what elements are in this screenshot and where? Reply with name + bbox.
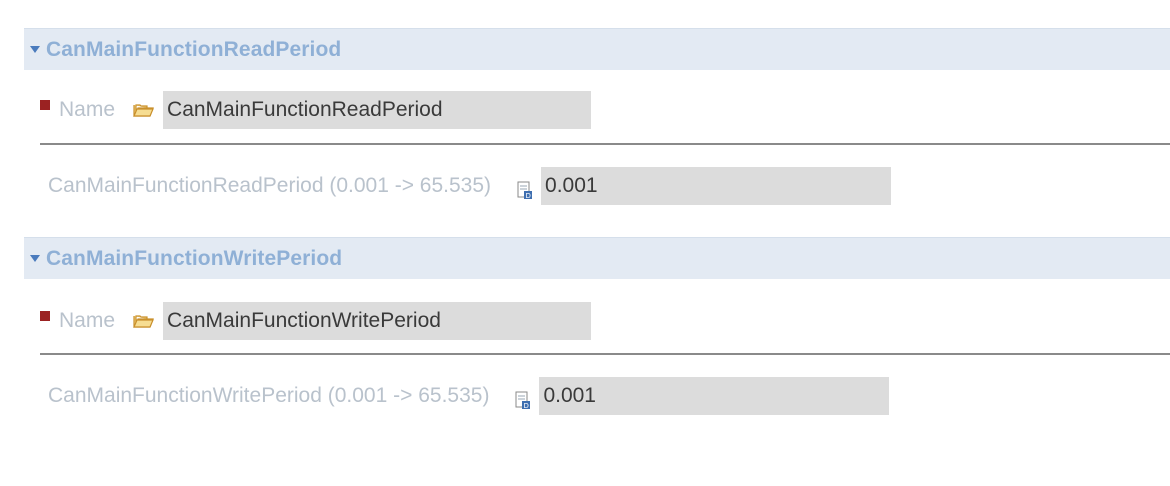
separator <box>40 143 1170 145</box>
svg-text:D: D <box>524 402 529 410</box>
param-row-read-period: CanMainFunctionReadPeriod (0.001 -> 65.5… <box>48 165 892 207</box>
separator <box>40 353 1170 355</box>
editor-page: CanMainFunctionReadPeriod Name CanMainFu… <box>0 0 1170 486</box>
section-title: CanMainFunctionWritePeriod <box>46 246 343 270</box>
section-header-write-period[interactable]: CanMainFunctionWritePeriod <box>24 237 1170 279</box>
name-field[interactable]: CanMainFunctionWritePeriod <box>163 302 592 340</box>
folder-open-icon <box>133 311 157 331</box>
param-value-field[interactable]: 0.001 <box>539 377 890 415</box>
svg-text:D: D <box>526 192 531 200</box>
name-row: Name CanMainFunctionReadPeriod <box>40 89 592 131</box>
name-field[interactable]: CanMainFunctionReadPeriod <box>163 91 592 129</box>
name-label: Name <box>59 309 116 332</box>
chevron-down-icon[interactable] <box>30 255 40 262</box>
param-row-write-period: CanMainFunctionWritePeriod (0.001 -> 65.… <box>48 375 890 417</box>
chevron-down-icon[interactable] <box>30 46 40 53</box>
required-marker-icon <box>40 311 50 321</box>
required-marker-icon <box>40 100 50 110</box>
name-label: Name <box>59 98 116 121</box>
param-label: CanMainFunctionWritePeriod (0.001 -> 65.… <box>48 384 490 407</box>
name-row: Name CanMainFunctionWritePeriod <box>40 300 592 342</box>
parameter-value-icon: D <box>515 180 535 202</box>
section-header-read-period[interactable]: CanMainFunctionReadPeriod <box>24 28 1170 70</box>
section-title: CanMainFunctionReadPeriod <box>46 37 342 61</box>
parameter-value-icon: D <box>513 390 533 412</box>
param-label: CanMainFunctionReadPeriod (0.001 -> 65.5… <box>48 174 492 197</box>
folder-open-icon <box>133 100 157 120</box>
param-value-field[interactable]: 0.001 <box>541 167 892 205</box>
